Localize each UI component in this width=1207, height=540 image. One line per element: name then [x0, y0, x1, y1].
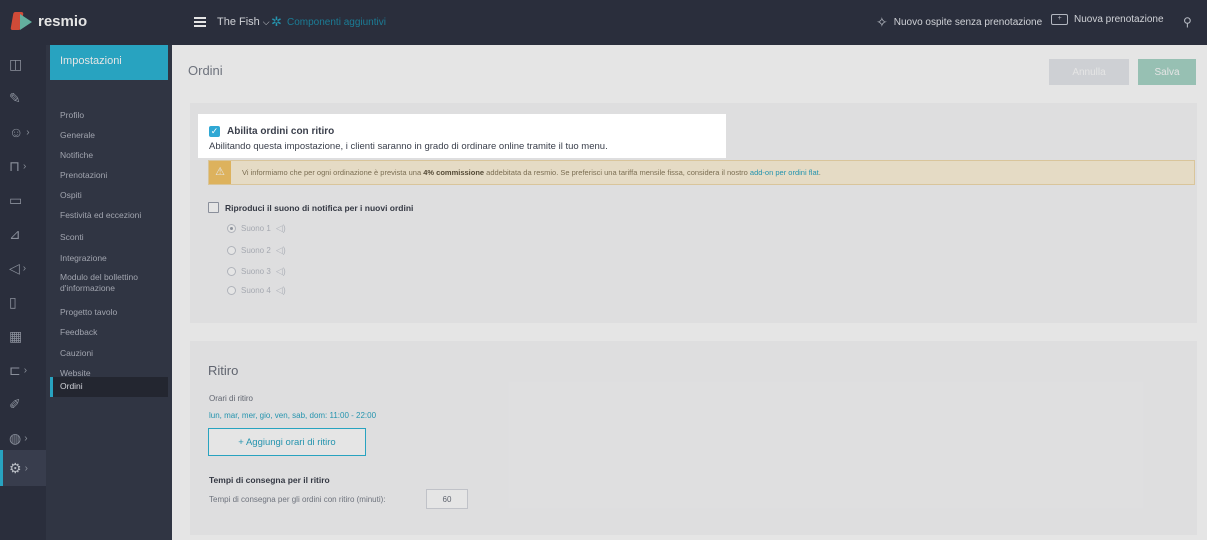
speaker-icon[interactable]: ◁) — [276, 245, 286, 256]
warning-text: Vi informiamo che per ogni ordinazione è… — [242, 168, 821, 177]
add-pickup-hours-button[interactable]: + Aggiungi orari di ritiro — [208, 428, 366, 456]
walking-person-icon: ✧ — [876, 14, 888, 30]
walkin-button[interactable]: ✧ Nuovo ospite senza prenotazione — [876, 14, 1042, 31]
chevron-right-icon: › — [22, 160, 27, 172]
enable-pickup-checkbox[interactable]: ✓ — [209, 126, 220, 137]
sidebar-item-festivita[interactable]: Festività ed eccezioni — [50, 210, 168, 221]
sidebar-item-integrazione[interactable]: Integrazione — [50, 253, 168, 264]
chevron-down-icon: ⌵ — [262, 17, 270, 27]
pickup-hours-value[interactable]: lun, mar, mer, gio, ven, sab, dom: 11:00… — [209, 411, 376, 420]
sound-option-4[interactable]: Suono 4 ◁) — [227, 285, 286, 296]
notify-sound-checkbox[interactable] — [208, 202, 219, 213]
resmio-logo-icon — [10, 10, 34, 32]
rail-stats-icon[interactable]: ⊿ — [0, 219, 46, 249]
commission-amount: 4% commissione — [423, 168, 485, 177]
sound-option-3[interactable]: Suono 3 ◁) — [227, 266, 286, 277]
notify-sound-label: Riproduci il suono di notifica per i nuo… — [225, 202, 414, 213]
rail-payment-icon[interactable]: ⊏ › — [0, 355, 46, 385]
delivery-time-title: Tempi di consegna per il ritiro — [209, 475, 330, 485]
sidebar-item-notifiche[interactable]: Notifiche — [50, 150, 168, 161]
save-button[interactable]: Salva — [1138, 59, 1196, 85]
sidebar-item-newsletter[interactable]: Modulo del bollettino d'informazione — [50, 272, 168, 294]
sound-label: Suono 3 — [241, 267, 271, 276]
new-reservation-button[interactable]: + Nuova prenotazione — [1051, 14, 1164, 25]
sound-label: Suono 4 — [241, 286, 271, 295]
sidebar-item-profilo[interactable]: Profilo — [50, 110, 168, 121]
sidebar-item-cauzioni[interactable]: Cauzioni — [50, 348, 168, 359]
rail-settings-icon[interactable]: ⚙ › — [0, 450, 46, 486]
venue-name: The Fish — [217, 16, 260, 28]
sound-radio[interactable] — [227, 246, 236, 255]
rail-pen-icon[interactable]: ✐ — [0, 389, 46, 419]
app-name: resmio — [38, 12, 88, 30]
sound-label: Suono 2 — [241, 246, 271, 255]
walkin-label: Nuovo ospite senza prenotazione — [893, 17, 1043, 28]
sidebar-item-ordini[interactable]: Ordini — [50, 377, 168, 397]
sidebar-header: Impostazioni — [50, 45, 168, 80]
pickup-hours-label: Orari di ritiro — [209, 394, 254, 403]
settings-sidebar: Impostazioni Profilo Generale Notifiche … — [46, 45, 172, 540]
sidebar-item-sconti[interactable]: Sconti — [50, 232, 168, 243]
top-bar: resmio The Fish ⌵ ✲ Componenti aggiuntivi… — [0, 0, 1207, 45]
chevron-right-icon: › — [23, 364, 28, 376]
rail-tables-icon[interactable]: ⊓ › — [0, 151, 46, 181]
rail-menu-icon[interactable]: ▯ — [0, 287, 46, 317]
rail-globe-icon[interactable]: ◍ › — [0, 423, 46, 453]
rail-edit-icon[interactable]: ✎ — [0, 83, 46, 113]
commission-warning: ⚠ Vi informiamo che per ogni ordinazione… — [208, 160, 1195, 185]
search-icon[interactable]: ⚲ — [1183, 15, 1192, 29]
ticket-icon: + — [1051, 14, 1068, 25]
enable-pickup-label: Abilita ordini con ritiro — [227, 126, 335, 137]
cancel-button[interactable]: Annulla — [1049, 59, 1129, 85]
rail-grid-icon[interactable]: ▦ — [0, 321, 46, 351]
notify-sound-option[interactable]: Riproduci il suono di notifica per i nuo… — [208, 202, 413, 213]
chevron-right-icon: › — [26, 126, 30, 138]
components-link[interactable]: Componenti aggiuntivi — [287, 17, 386, 28]
enable-pickup-highlight: ✓ Abilita ordini con ritiro Abilitando q… — [198, 114, 726, 158]
rail-dashboard-icon[interactable]: ◫ — [0, 49, 46, 79]
speaker-icon[interactable]: ◁) — [276, 266, 286, 277]
sidebar-item-progetto-tavolo[interactable]: Progetto tavolo — [50, 307, 168, 318]
new-reservation-label: Nuova prenotazione — [1074, 14, 1164, 25]
speaker-icon[interactable]: ◁) — [276, 223, 286, 234]
sound-option-2[interactable]: Suono 2 ◁) — [227, 245, 286, 256]
hamburger-menu-icon[interactable] — [194, 17, 206, 27]
sound-radio[interactable] — [227, 224, 236, 233]
sound-radio[interactable] — [227, 267, 236, 276]
speaker-icon[interactable]: ◁) — [276, 285, 286, 296]
sidebar-item-feedback[interactable]: Feedback — [50, 327, 168, 338]
venue-selector[interactable]: The Fish ⌵ — [217, 16, 270, 28]
page-title: Ordini — [188, 63, 223, 78]
pickup-title: Ritiro — [208, 363, 239, 378]
sidebar-item-prenotazioni[interactable]: Prenotazioni — [50, 170, 168, 181]
rail-messages-icon[interactable]: ▭ — [0, 185, 46, 215]
chevron-right-icon: › — [24, 432, 28, 444]
icon-rail: ◫ ✎ ☺ › ⊓ › ▭ ⊿ ◁ › ▯ ▦ ⊏ › ✐ ◍ › ⚙ › — [0, 45, 46, 540]
sidebar-item-ospiti[interactable]: Ospiti — [50, 190, 168, 201]
enable-pickup-description: Abilitando questa impostazione, i client… — [209, 141, 608, 152]
sidebar-item-generale[interactable]: Generale — [50, 130, 168, 141]
sound-radio[interactable] — [227, 286, 236, 295]
delivery-time-label: Tempi di consegna per gli ordini con rit… — [209, 495, 386, 504]
sound-option-1[interactable]: Suono 1 ◁) — [227, 223, 286, 234]
resmio-logo[interactable]: resmio — [10, 10, 88, 32]
delivery-time-input[interactable] — [426, 489, 468, 509]
chevron-right-icon: › — [24, 462, 28, 474]
rail-marketing-icon[interactable]: ◁ › — [0, 253, 46, 283]
flat-addon-link[interactable]: add-on per ordini flat — [750, 168, 819, 177]
warning-icon: ⚠ — [209, 161, 231, 184]
puzzle-icon[interactable]: ✲ — [271, 14, 282, 30]
chevron-right-icon: › — [22, 262, 27, 274]
sound-label: Suono 1 — [241, 224, 271, 233]
rail-guests-icon[interactable]: ☺ › — [0, 117, 46, 147]
